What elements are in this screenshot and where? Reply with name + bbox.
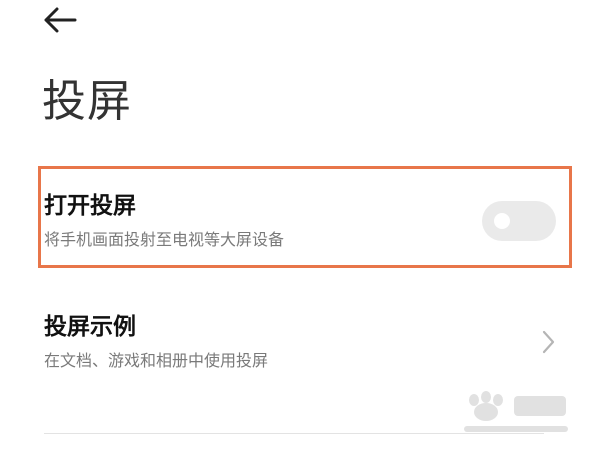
enable-casting-toggle[interactable] [482,201,556,241]
setting-title: 投屏示例 [44,314,136,340]
setting-row-casting-examples[interactable]: 投屏示例 在文档、游戏和相册中使用投屏 [44,311,564,373]
screen-mirroring-settings-page: 投屏 打开投屏 将手机画面投射至电视等大屏设备 投屏示例 在文档、游戏和相册中使… [0,0,600,450]
page-title: 投屏 [42,76,132,127]
back-button[interactable] [38,2,82,38]
setting-subtitle: 在文档、游戏和相册中使用投屏 [44,351,269,370]
chevron-right-icon [542,330,555,354]
toggle-knob [494,213,510,229]
arrow-left-icon [44,7,77,33]
watermark-logo-icon [464,391,568,432]
